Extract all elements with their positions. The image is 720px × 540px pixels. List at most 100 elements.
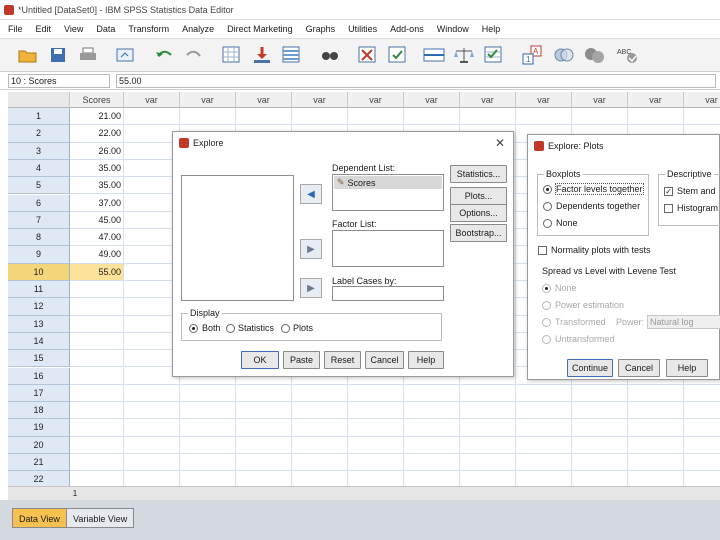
empty-cell[interactable] xyxy=(348,471,404,486)
empty-cell[interactable] xyxy=(180,471,236,486)
empty-cell[interactable] xyxy=(236,384,292,403)
empty-cell[interactable] xyxy=(404,402,460,420)
menu-graphs[interactable]: Graphs xyxy=(306,24,336,34)
show-all-variables-icon[interactable] xyxy=(582,44,606,66)
empty-cell[interactable] xyxy=(628,384,684,403)
empty-cell[interactable] xyxy=(292,402,348,420)
empty-cell[interactable] xyxy=(292,108,348,126)
empty-cell[interactable] xyxy=(628,471,684,486)
row-header[interactable]: 7 xyxy=(8,211,70,230)
empty-cell[interactable] xyxy=(292,419,348,437)
column-header-var[interactable]: var xyxy=(292,92,348,108)
bootstrap-button[interactable]: Bootstrap... xyxy=(450,224,507,242)
column-header-var[interactable]: var xyxy=(684,92,720,108)
column-header-var[interactable]: var xyxy=(404,92,460,108)
empty-cell[interactable] xyxy=(516,108,572,126)
empty-cell[interactable] xyxy=(628,436,684,454)
empty-cell[interactable] xyxy=(180,384,236,403)
empty-cell[interactable] xyxy=(516,436,572,454)
empty-cell[interactable] xyxy=(516,471,572,486)
empty-cell[interactable] xyxy=(460,108,516,126)
dialog-recall-icon[interactable] xyxy=(114,44,138,66)
plots-button[interactable]: Plots... xyxy=(450,187,507,205)
scores-cell[interactable]: 21.00 xyxy=(70,108,124,126)
menu-file[interactable]: File xyxy=(8,24,23,34)
empty-cell[interactable] xyxy=(460,402,516,420)
empty-cell[interactable] xyxy=(684,419,720,437)
empty-cell[interactable] xyxy=(348,436,404,454)
scores-cell[interactable] xyxy=(70,384,124,403)
column-header-var[interactable]: var xyxy=(348,92,404,108)
empty-cell[interactable] xyxy=(292,436,348,454)
factor-levels-together-radio[interactable] xyxy=(543,185,552,194)
dependent-list[interactable]: ✎ Scores xyxy=(332,174,444,211)
empty-cell[interactable] xyxy=(628,419,684,437)
empty-cell[interactable] xyxy=(180,108,236,126)
empty-cell[interactable] xyxy=(124,108,180,126)
row-header[interactable]: 19 xyxy=(8,419,70,437)
open-icon[interactable] xyxy=(16,44,40,66)
row-header[interactable]: 10 xyxy=(8,263,70,281)
empty-cell[interactable] xyxy=(292,384,348,403)
column-header-var[interactable]: var xyxy=(460,92,516,108)
print-icon[interactable] xyxy=(76,44,100,66)
value-labels-icon[interactable]: A1 xyxy=(520,44,544,66)
empty-cell[interactable] xyxy=(236,454,292,472)
row-header[interactable]: 14 xyxy=(8,332,70,351)
row-header[interactable]: 5 xyxy=(8,177,70,195)
empty-cell[interactable] xyxy=(460,384,516,403)
row-header[interactable]: 1 xyxy=(8,108,70,126)
empty-cell[interactable] xyxy=(180,402,236,420)
empty-cell[interactable] xyxy=(124,454,180,472)
empty-cell[interactable] xyxy=(404,419,460,437)
row-header[interactable]: 16 xyxy=(8,367,70,385)
scores-cell[interactable] xyxy=(70,471,124,486)
scores-cell[interactable]: 37.00 xyxy=(70,194,124,212)
row-header[interactable]: 3 xyxy=(8,142,70,160)
stem-and-leaf-checkbox[interactable]: ✓ xyxy=(664,187,673,196)
empty-cell[interactable] xyxy=(404,471,460,486)
empty-cell[interactable] xyxy=(348,402,404,420)
scores-cell[interactable]: 47.00 xyxy=(70,229,124,247)
variables-icon[interactable] xyxy=(280,44,304,66)
weight-cases-icon[interactable] xyxy=(452,44,476,66)
empty-cell[interactable] xyxy=(684,108,720,126)
column-header-var[interactable]: var xyxy=(628,92,684,108)
empty-cell[interactable] xyxy=(460,419,516,437)
row-header[interactable]: 12 xyxy=(8,298,70,316)
menu-add-ons[interactable]: Add-ons xyxy=(390,24,424,34)
use-sets-icon[interactable] xyxy=(552,44,576,66)
normality-plots-checkbox[interactable] xyxy=(538,246,547,255)
scores-cell[interactable] xyxy=(70,281,124,299)
options-button[interactable]: Options... xyxy=(450,204,507,222)
scores-cell[interactable] xyxy=(70,454,124,472)
cancel-button[interactable]: Cancel xyxy=(365,351,404,369)
scores-cell[interactable] xyxy=(70,367,124,385)
untransformed-radio[interactable] xyxy=(542,335,551,344)
empty-cell[interactable] xyxy=(460,454,516,472)
plots-cancel-button[interactable]: Cancel xyxy=(618,359,660,377)
column-header-scores[interactable]: Scores xyxy=(70,92,124,108)
empty-cell[interactable] xyxy=(348,384,404,403)
menu-direct-marketing[interactable]: Direct Marketing xyxy=(227,24,293,34)
scores-cell[interactable]: 45.00 xyxy=(70,211,124,230)
undo-icon[interactable] xyxy=(152,44,176,66)
scores-cell[interactable] xyxy=(70,402,124,420)
horizontal-scrollbar[interactable]: 1 xyxy=(8,486,720,500)
row-header[interactable]: 6 xyxy=(8,194,70,212)
tab-data-view[interactable]: Data View xyxy=(12,508,67,528)
menu-transform[interactable]: Transform xyxy=(128,24,169,34)
empty-cell[interactable] xyxy=(236,419,292,437)
empty-cell[interactable] xyxy=(628,454,684,472)
empty-cell[interactable] xyxy=(572,419,628,437)
factor-list[interactable] xyxy=(332,230,444,267)
scores-cell[interactable]: 55.00 xyxy=(70,263,124,281)
empty-cell[interactable] xyxy=(348,419,404,437)
close-icon[interactable]: ✕ xyxy=(495,136,505,150)
find-icon[interactable] xyxy=(318,44,342,66)
empty-cell[interactable] xyxy=(572,402,628,420)
ok-button[interactable]: OK xyxy=(241,351,279,369)
empty-cell[interactable] xyxy=(180,419,236,437)
plots-help-button[interactable]: Help xyxy=(666,359,708,377)
spread-none-radio[interactable] xyxy=(542,284,551,293)
